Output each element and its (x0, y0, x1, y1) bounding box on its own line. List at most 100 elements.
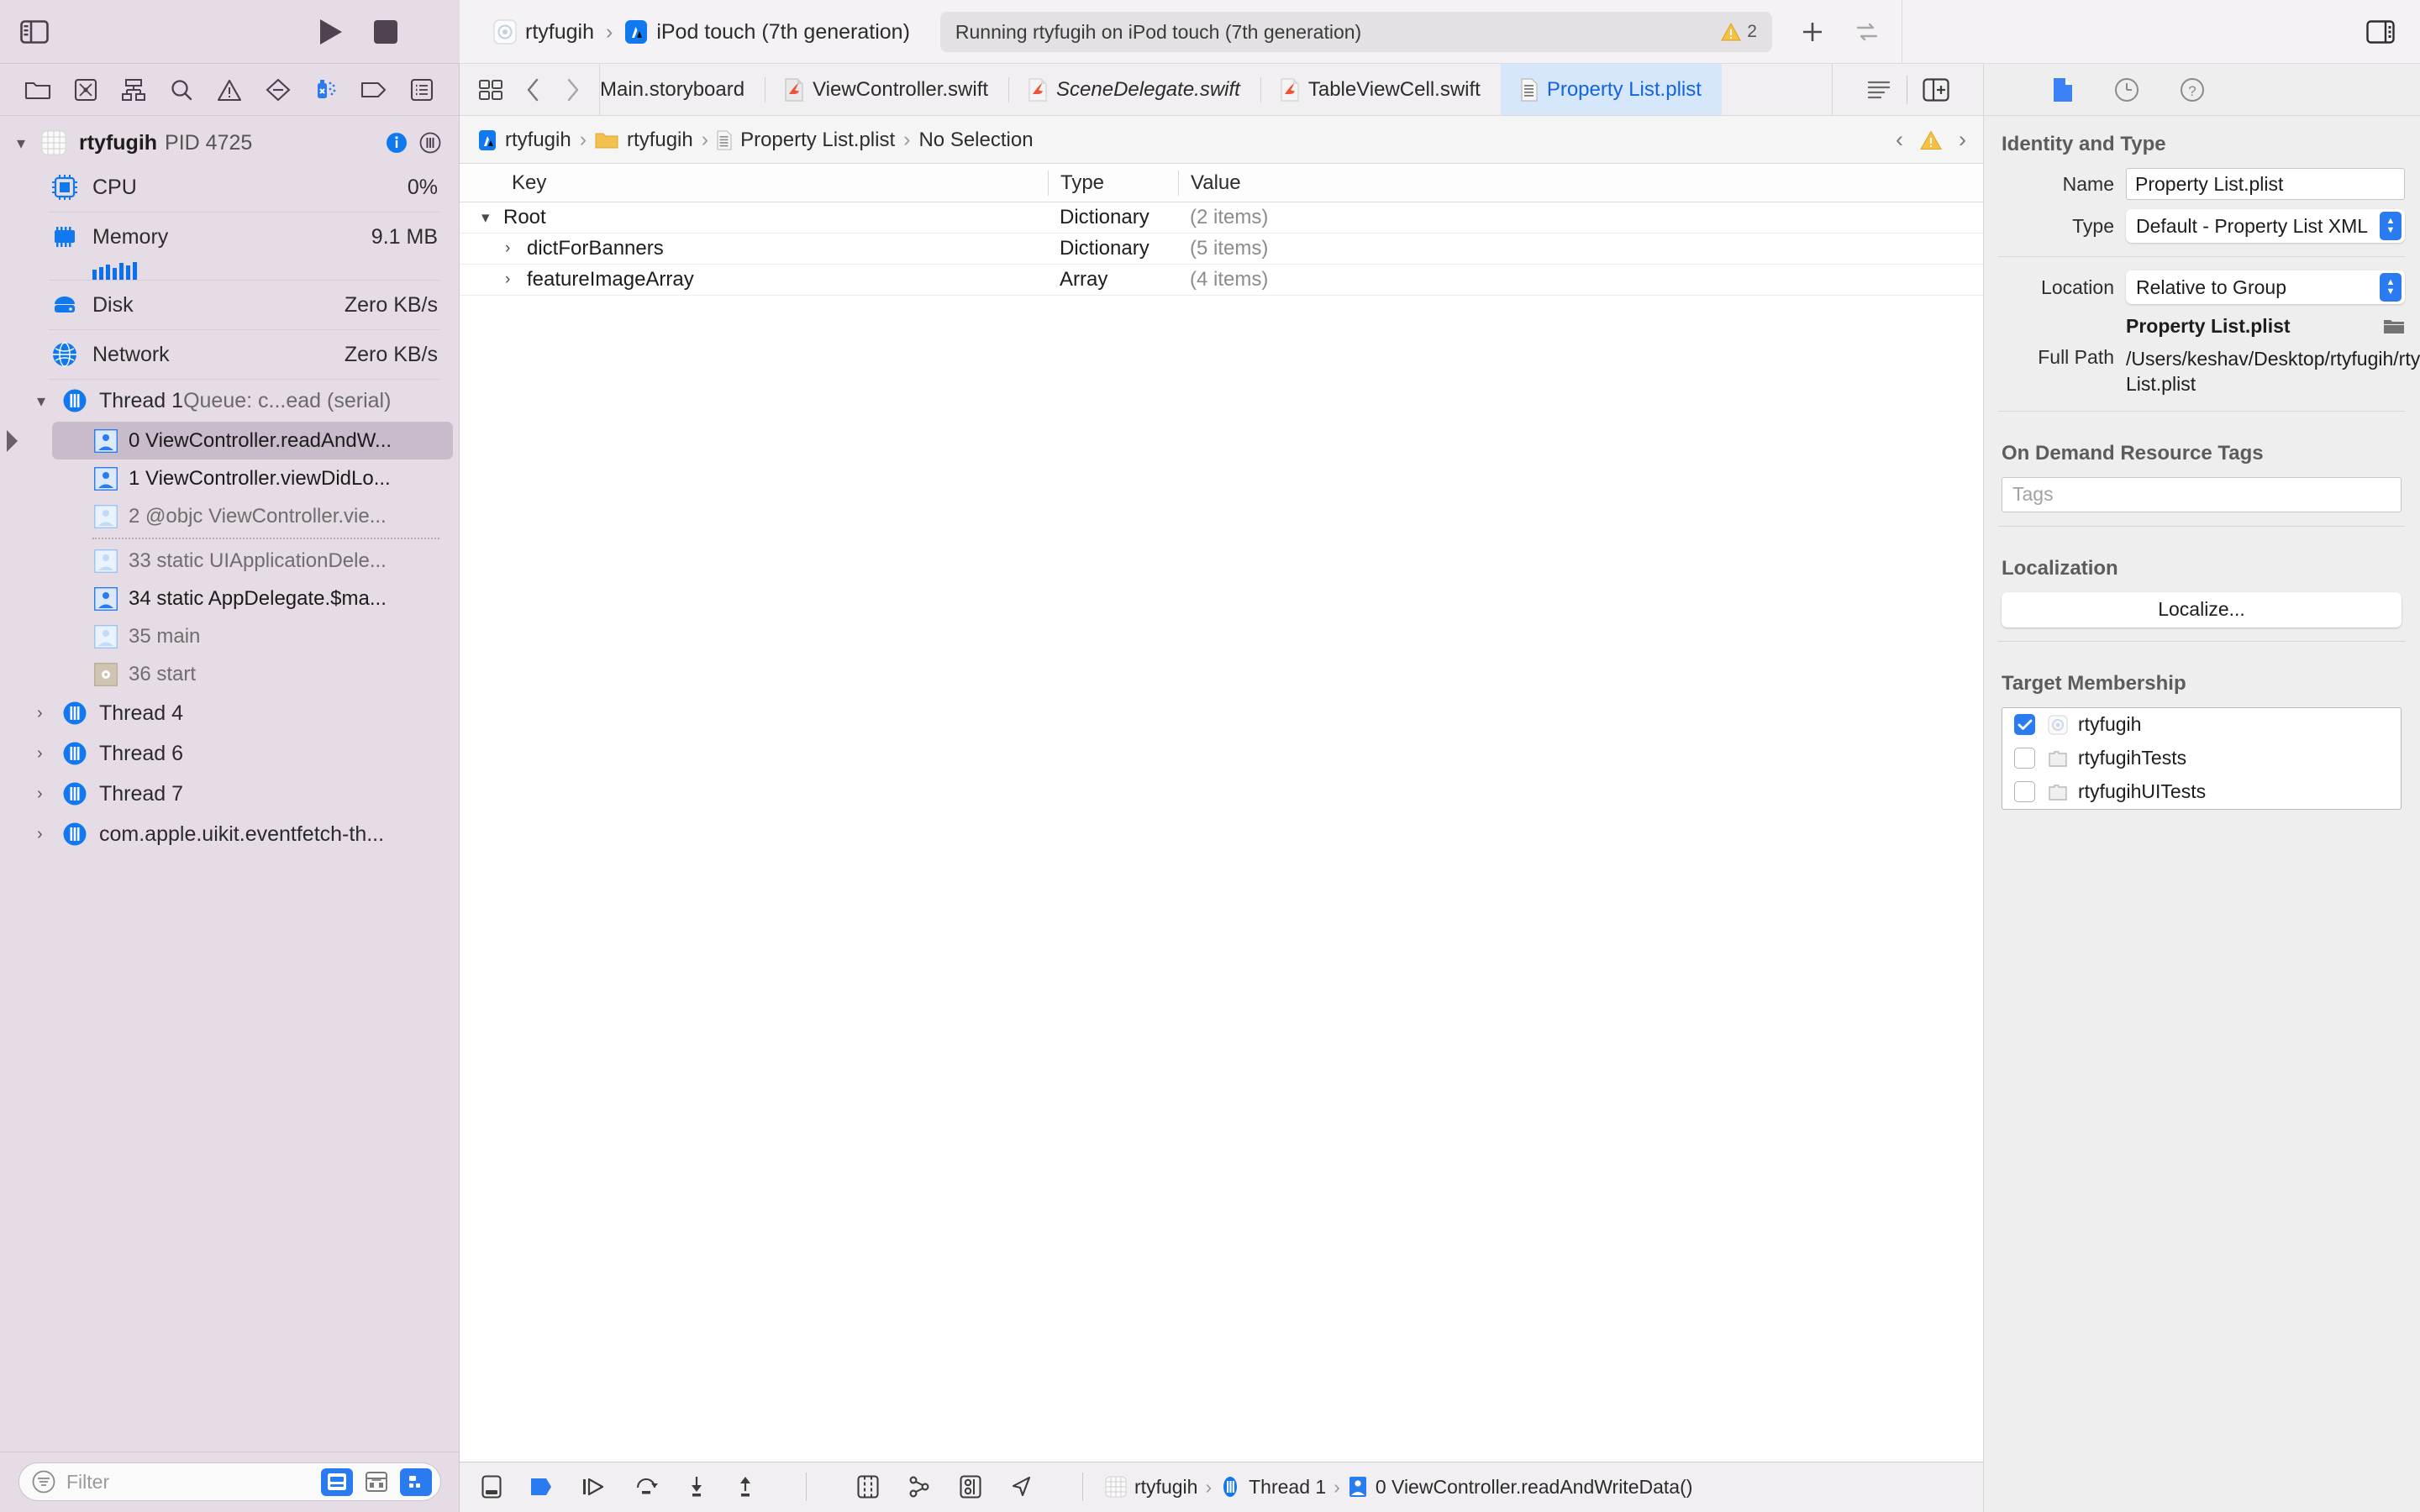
navigate-forward-icon[interactable] (564, 77, 581, 102)
standard-editor-icon[interactable] (1851, 79, 1907, 101)
disclosure-closed-icon[interactable]: › (37, 785, 60, 804)
memory-graph-icon[interactable] (960, 1475, 981, 1499)
tab-overview-icon[interactable] (478, 78, 503, 102)
stack-frame-row[interactable]: 36 start (0, 655, 460, 693)
plist-value[interactable]: (2 items) (1178, 206, 1983, 229)
debug-crumb-thread[interactable]: Thread 1 (1219, 1476, 1326, 1499)
odr-tags-input[interactable] (2012, 483, 2391, 507)
thread-icon[interactable] (419, 132, 441, 154)
plist-type[interactable]: Array (1048, 268, 1178, 291)
plist-empty-area[interactable] (460, 296, 1983, 1462)
file-inspector-icon[interactable] (2052, 77, 2074, 102)
plist-type[interactable]: Dictionary (1048, 206, 1178, 229)
gauge-cpu[interactable]: CPU 0% (0, 163, 460, 212)
plist-row[interactable]: › featureImageArray Array (4 items) (460, 265, 1983, 296)
odr-tags-field[interactable] (2002, 476, 2402, 512)
inspector-toggle-button[interactable] (2366, 20, 2395, 44)
navigator-content[interactable]: ▾ rtyfugih PID 4725 CPU 0% Memory 9.1 MB… (0, 116, 460, 1452)
disclosure-closed-icon[interactable]: › (37, 704, 60, 723)
step-over-icon[interactable] (634, 1476, 658, 1498)
breadcrumb-group[interactable]: rtyfugih (595, 129, 693, 152)
type-select[interactable]: Default - Property List XML ▲ ▼ (2126, 209, 2405, 243)
plist-value[interactable]: (5 items) (1178, 237, 1983, 260)
folder-icon[interactable] (21, 73, 55, 107)
stack-frame-row[interactable]: 34 static AppDelegate.$ma... (0, 580, 460, 617)
stop-button[interactable] (374, 20, 397, 44)
stack-frame-row[interactable]: 1 ViewController.viewDidLo... (0, 459, 460, 497)
column-header-value[interactable]: Value (1178, 171, 1983, 196)
plist-row[interactable]: ▾ Root Dictionary (2 items) (460, 202, 1983, 234)
disclosure-closed-icon[interactable]: › (37, 825, 60, 844)
report-icon[interactable] (405, 73, 439, 107)
plist-value[interactable]: (4 items) (1178, 268, 1983, 291)
add-editor-button[interactable] (1801, 20, 1824, 44)
disclosure-open-icon[interactable]: ▾ (17, 133, 39, 154)
tab-viewcontroller-swift[interactable]: ViewController.swift (765, 64, 1008, 116)
breadcrumb-file[interactable]: Property List.plist (717, 129, 895, 152)
thread-header-row[interactable]: ▾ Thread 1 Queue: c...ead (serial) (0, 380, 460, 422)
stack-frame-row[interactable]: 0 ViewController.readAndW... (7, 422, 453, 459)
target-row[interactable]: rtyfugih (2002, 708, 2401, 742)
disclosure-closed-icon[interactable]: › (505, 270, 527, 289)
warning-indicator[interactable]: 2 (1721, 22, 1757, 42)
gauge-network[interactable]: Network Zero KB/s (0, 330, 460, 379)
process-row[interactable]: ▾ rtyfugih PID 4725 (0, 123, 460, 163)
checkbox-unchecked-icon[interactable] (2014, 748, 2035, 769)
location-icon[interactable] (1010, 1475, 1032, 1499)
add-assistant-editor-icon[interactable] (1907, 78, 1965, 102)
plist-row[interactable]: › dictForBanners Dictionary (5 items) (460, 234, 1983, 265)
gauge-disk[interactable]: Disk Zero KB/s (0, 281, 460, 329)
choose-folder-icon[interactable] (2383, 317, 2405, 335)
breadcrumb-project[interactable]: rtyfugih (478, 129, 571, 152)
continue-icon[interactable] (581, 1476, 606, 1498)
breadcrumb-selection[interactable]: No Selection (918, 129, 1033, 152)
filter-field[interactable] (18, 1462, 441, 1501)
thread-row[interactable]: › com.apple.uikit.eventfetch-th... (0, 814, 460, 854)
navigate-back-icon[interactable] (525, 77, 542, 102)
view-debug-icon[interactable] (857, 1475, 879, 1499)
stack-frame-row[interactable]: 35 main (0, 617, 460, 655)
history-inspector-icon[interactable] (2114, 77, 2139, 102)
tag-icon[interactable] (357, 73, 391, 107)
activity-status-bar[interactable]: Running rtyfugih on iPod touch (7th gene… (939, 12, 1772, 52)
debug-crumb-frame[interactable]: 0 ViewController.readAndWriteData() (1348, 1476, 1692, 1499)
disclosure-open-icon[interactable]: ▾ (481, 208, 503, 228)
checkbox-unchecked-icon[interactable] (2014, 781, 2035, 803)
source-control-icon[interactable] (69, 73, 103, 107)
localize-button[interactable]: Localize... (2002, 591, 2402, 627)
gauge-memory[interactable]: Memory 9.1 MB (0, 213, 460, 261)
breakpoint-icon[interactable] (261, 73, 295, 107)
step-into-icon[interactable] (687, 1475, 707, 1499)
search-icon[interactable] (165, 73, 198, 107)
tab-scenedelegate-swift[interactable]: SceneDelegate.swift (1008, 64, 1260, 116)
help-inspector-icon[interactable]: ? (2180, 77, 2205, 102)
scheme-selector[interactable]: rtyfugih › iPod touch (7th generation) (485, 15, 918, 49)
info-icon[interactable] (386, 132, 408, 154)
checkbox-checked-icon[interactable] (2014, 714, 2035, 736)
view-hierarchy-icon[interactable] (908, 1475, 931, 1499)
step-out-icon[interactable] (735, 1475, 755, 1499)
breakpoint-activate-icon[interactable] (530, 1477, 552, 1497)
filter-by-hierarchy-icon[interactable] (400, 1467, 432, 1496)
run-button[interactable] (318, 18, 344, 46)
thread-row[interactable]: › Thread 4 (0, 693, 460, 733)
target-row[interactable]: rtyfugihUITests (2002, 775, 2401, 809)
thread-row[interactable]: › Thread 7 (0, 774, 460, 814)
tab-tableviewcell-swift[interactable]: TableViewCell.swift (1260, 64, 1501, 116)
next-issue-icon[interactable]: › (1959, 127, 1966, 153)
code-review-button[interactable] (1854, 21, 1880, 43)
sidebar-toggle-button[interactable] (18, 19, 50, 45)
target-row[interactable]: rtyfugihTests (2002, 742, 2401, 775)
column-header-key[interactable]: Key (460, 171, 1048, 195)
stack-frame-row[interactable]: 33 static UIApplicationDele... (0, 542, 460, 580)
disclosure-open-icon[interactable]: ▾ (37, 391, 60, 412)
plist-type[interactable]: Dictionary (1048, 237, 1178, 260)
stack-frame-row[interactable]: 2 @objc ViewController.vie... (0, 497, 460, 535)
warning-icon[interactable] (213, 73, 246, 107)
disclosure-closed-icon[interactable]: › (37, 744, 60, 764)
filter-by-frame-icon[interactable] (321, 1467, 353, 1496)
symbol-icon[interactable] (117, 73, 150, 107)
warning-icon[interactable] (1920, 129, 1942, 150)
name-field[interactable]: Property List.plist (2126, 168, 2405, 200)
debug-spray-icon[interactable] (309, 73, 343, 107)
